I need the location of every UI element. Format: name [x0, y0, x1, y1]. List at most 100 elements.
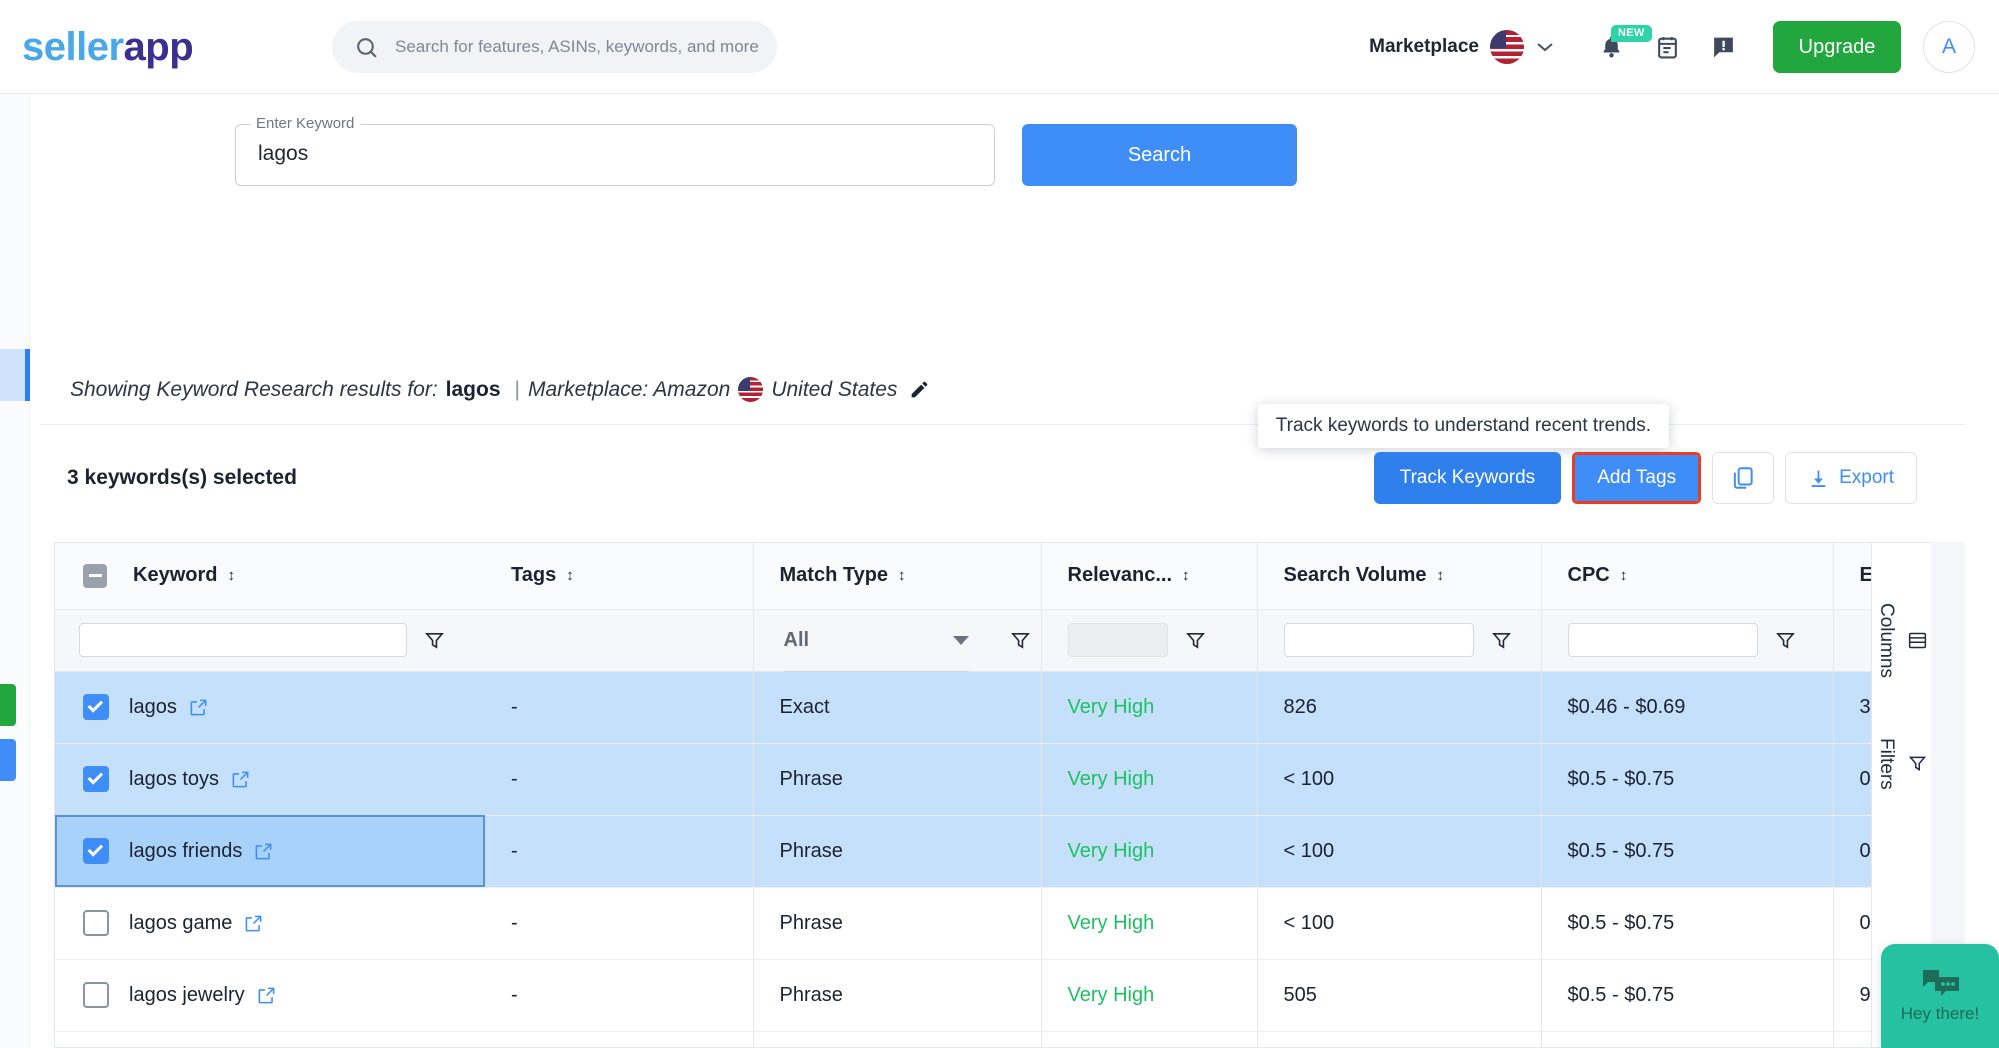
left-rail-tab-blue[interactable] [0, 739, 16, 781]
column-header-search-volume[interactable]: Search Volume ↕ [1256, 543, 1541, 610]
filters-rail-label: Filters [1876, 737, 1897, 790]
cell-search-volume: < 100 [1256, 1031, 1541, 1047]
upgrade-button[interactable]: Upgrade [1773, 21, 1901, 73]
marketplace-selector[interactable]: Marketplace [1369, 30, 1555, 64]
keywords-table-element: Keyword ↕ Tags ↕ Match Type ↕ Relevanc..… [55, 543, 1900, 1047]
cell-search-volume: 505 [1256, 959, 1541, 1032]
cell-match-type: Phrase [752, 815, 1041, 888]
row-checkbox[interactable] [83, 838, 109, 864]
cell-relevance: Very High [1040, 815, 1257, 888]
filter-icon[interactable] [1774, 629, 1797, 652]
table-toolbar: Track Keywords Add Tags Export [1373, 452, 1917, 504]
select-all-checkbox[interactable] [83, 563, 107, 588]
filters-rail-button[interactable]: Filters [1875, 738, 1928, 790]
track-keywords-tooltip: Track keywords to understand recent tren… [1257, 404, 1669, 448]
search-button[interactable]: Search [1022, 124, 1297, 186]
row-checkbox[interactable] [83, 766, 109, 792]
external-link-icon[interactable] [189, 698, 208, 717]
cell-relevance: Very High [1040, 1031, 1257, 1047]
notifications-button[interactable]: NEW [1583, 19, 1652, 75]
filter-icon[interactable] [1490, 629, 1513, 652]
export-label: Export [1839, 467, 1894, 488]
table-row[interactable]: lagos jewelry - Phrase Very High 505 $0.5 - $… [55, 959, 1900, 1032]
chat-widget-label: Hey there! [1900, 1004, 1980, 1023]
cell-keyword[interactable]: lagos sets [55, 1031, 485, 1047]
cell-relevance: Very High [1040, 887, 1257, 960]
add-tags-highlight: Add Tags [1572, 452, 1702, 504]
add-tags-button[interactable]: Add Tags [1575, 455, 1699, 501]
table-row[interactable]: lagos friends - Phrase Very High < 100 $0.5 -… [55, 815, 1900, 888]
column-header-relevance[interactable]: Relevanc... ↕ [1040, 543, 1257, 610]
table-row[interactable]: lagos toys - Phrase Very High < 100 $0.5 - $0… [55, 743, 1900, 816]
filter-icon[interactable] [1009, 629, 1032, 652]
cell-cpc: $0.5 - $0.75 [1540, 959, 1833, 1032]
filter-cell-search-volume [1256, 609, 1541, 672]
column-header-tags[interactable]: Tags ↕ [485, 543, 753, 610]
header-actions: Marketplace NEW Upgrade A [1369, 0, 1999, 94]
filter-icon[interactable] [423, 629, 446, 652]
column-header-cpc[interactable]: CPC ↕ [1540, 543, 1833, 610]
external-link-icon[interactable] [257, 986, 276, 1005]
pencil-icon[interactable] [909, 379, 930, 400]
app-logo[interactable]: sellerapp [22, 24, 194, 69]
sort-icon[interactable]: ↕ [898, 568, 906, 583]
match-type-select-value: All [783, 628, 810, 651]
relevance-filter-input[interactable] [1067, 623, 1168, 657]
cell-match-type: Phrase [752, 959, 1041, 1032]
cpc-filter-input[interactable] [1567, 623, 1758, 657]
keyword-text: lagos game [129, 911, 233, 934]
table-header-row: Keyword ↕ Tags ↕ Match Type ↕ Relevanc..… [55, 543, 1900, 610]
track-keywords-button[interactable]: Track Keywords [1373, 452, 1562, 504]
match-type-select[interactable]: All [783, 628, 969, 672]
table-row[interactable]: lagos game - Phrase Very High < 100 $0.5 - $0… [55, 887, 1900, 960]
logo-text-app: app [123, 24, 194, 69]
select-underline [783, 670, 969, 672]
cell-keyword[interactable]: lagos [55, 671, 485, 744]
row-checkbox[interactable] [83, 694, 109, 720]
avatar[interactable]: A [1923, 21, 1975, 73]
left-rail [0, 94, 30, 1048]
filter-cell-tags [485, 609, 753, 672]
sort-icon[interactable]: ↕ [1182, 568, 1190, 583]
keyword-filter-input[interactable] [79, 623, 407, 657]
left-rail-tab-active[interactable] [0, 349, 30, 401]
table-row[interactable]: lagos-ExactVery High826$0.46 - $0.6932 [55, 671, 1900, 744]
column-header-keyword[interactable]: Keyword ↕ [55, 543, 485, 610]
calendar-button[interactable] [1639, 19, 1695, 75]
left-rail-tab-green[interactable] [0, 684, 16, 726]
chat-widget[interactable]: Hey there! [1881, 944, 1999, 1048]
sort-icon[interactable]: ↕ [227, 568, 235, 583]
external-link-icon[interactable] [254, 842, 273, 861]
keyword-input[interactable]: Enter Keyword lagos [235, 115, 995, 186]
search-volume-filter-input[interactable] [1283, 623, 1474, 657]
section-divider [40, 424, 1965, 425]
export-button[interactable]: Export [1785, 452, 1917, 504]
logo-text-seller: seller [22, 24, 124, 69]
filter-icon[interactable] [1184, 629, 1207, 652]
cell-keyword[interactable]: lagos friends [55, 815, 485, 888]
cell-keyword[interactable]: lagos game [55, 887, 485, 960]
external-link-icon[interactable] [244, 914, 263, 933]
copy-button[interactable] [1712, 452, 1775, 504]
sort-icon[interactable]: ↕ [1620, 568, 1628, 583]
app-header: sellerapp Search for features, ASINs, ke… [0, 0, 1999, 94]
sort-icon[interactable]: ↕ [1437, 568, 1445, 583]
column-header-match-type[interactable]: Match Type ↕ [752, 543, 1041, 610]
external-link-icon[interactable] [231, 770, 250, 789]
row-checkbox[interactable] [83, 910, 109, 936]
results-summary: Showing Keyword Research results for: la… [70, 377, 930, 402]
table-row[interactable]: lagos sets-PhraseVery High< 100$0.5 - $0… [55, 1031, 1900, 1047]
column-label-tags: Tags [511, 564, 557, 587]
global-search-input[interactable]: Search for features, ASINs, keywords, an… [332, 21, 777, 73]
cell-keyword[interactable]: lagos toys [55, 743, 485, 816]
cell-match-type: Phrase [752, 1031, 1041, 1047]
results-summary-country: United States [771, 377, 898, 401]
columns-rail-button[interactable]: Columns [1875, 603, 1928, 678]
sort-icon[interactable]: ↕ [566, 568, 574, 583]
marketplace-label: Marketplace [1369, 36, 1479, 57]
feedback-button[interactable] [1695, 19, 1751, 75]
cell-match-type: Exact [752, 671, 1041, 744]
row-checkbox[interactable] [83, 982, 109, 1008]
cell-keyword[interactable]: lagos jewelry [55, 959, 485, 1032]
cell-search-volume: 826 [1256, 671, 1541, 744]
